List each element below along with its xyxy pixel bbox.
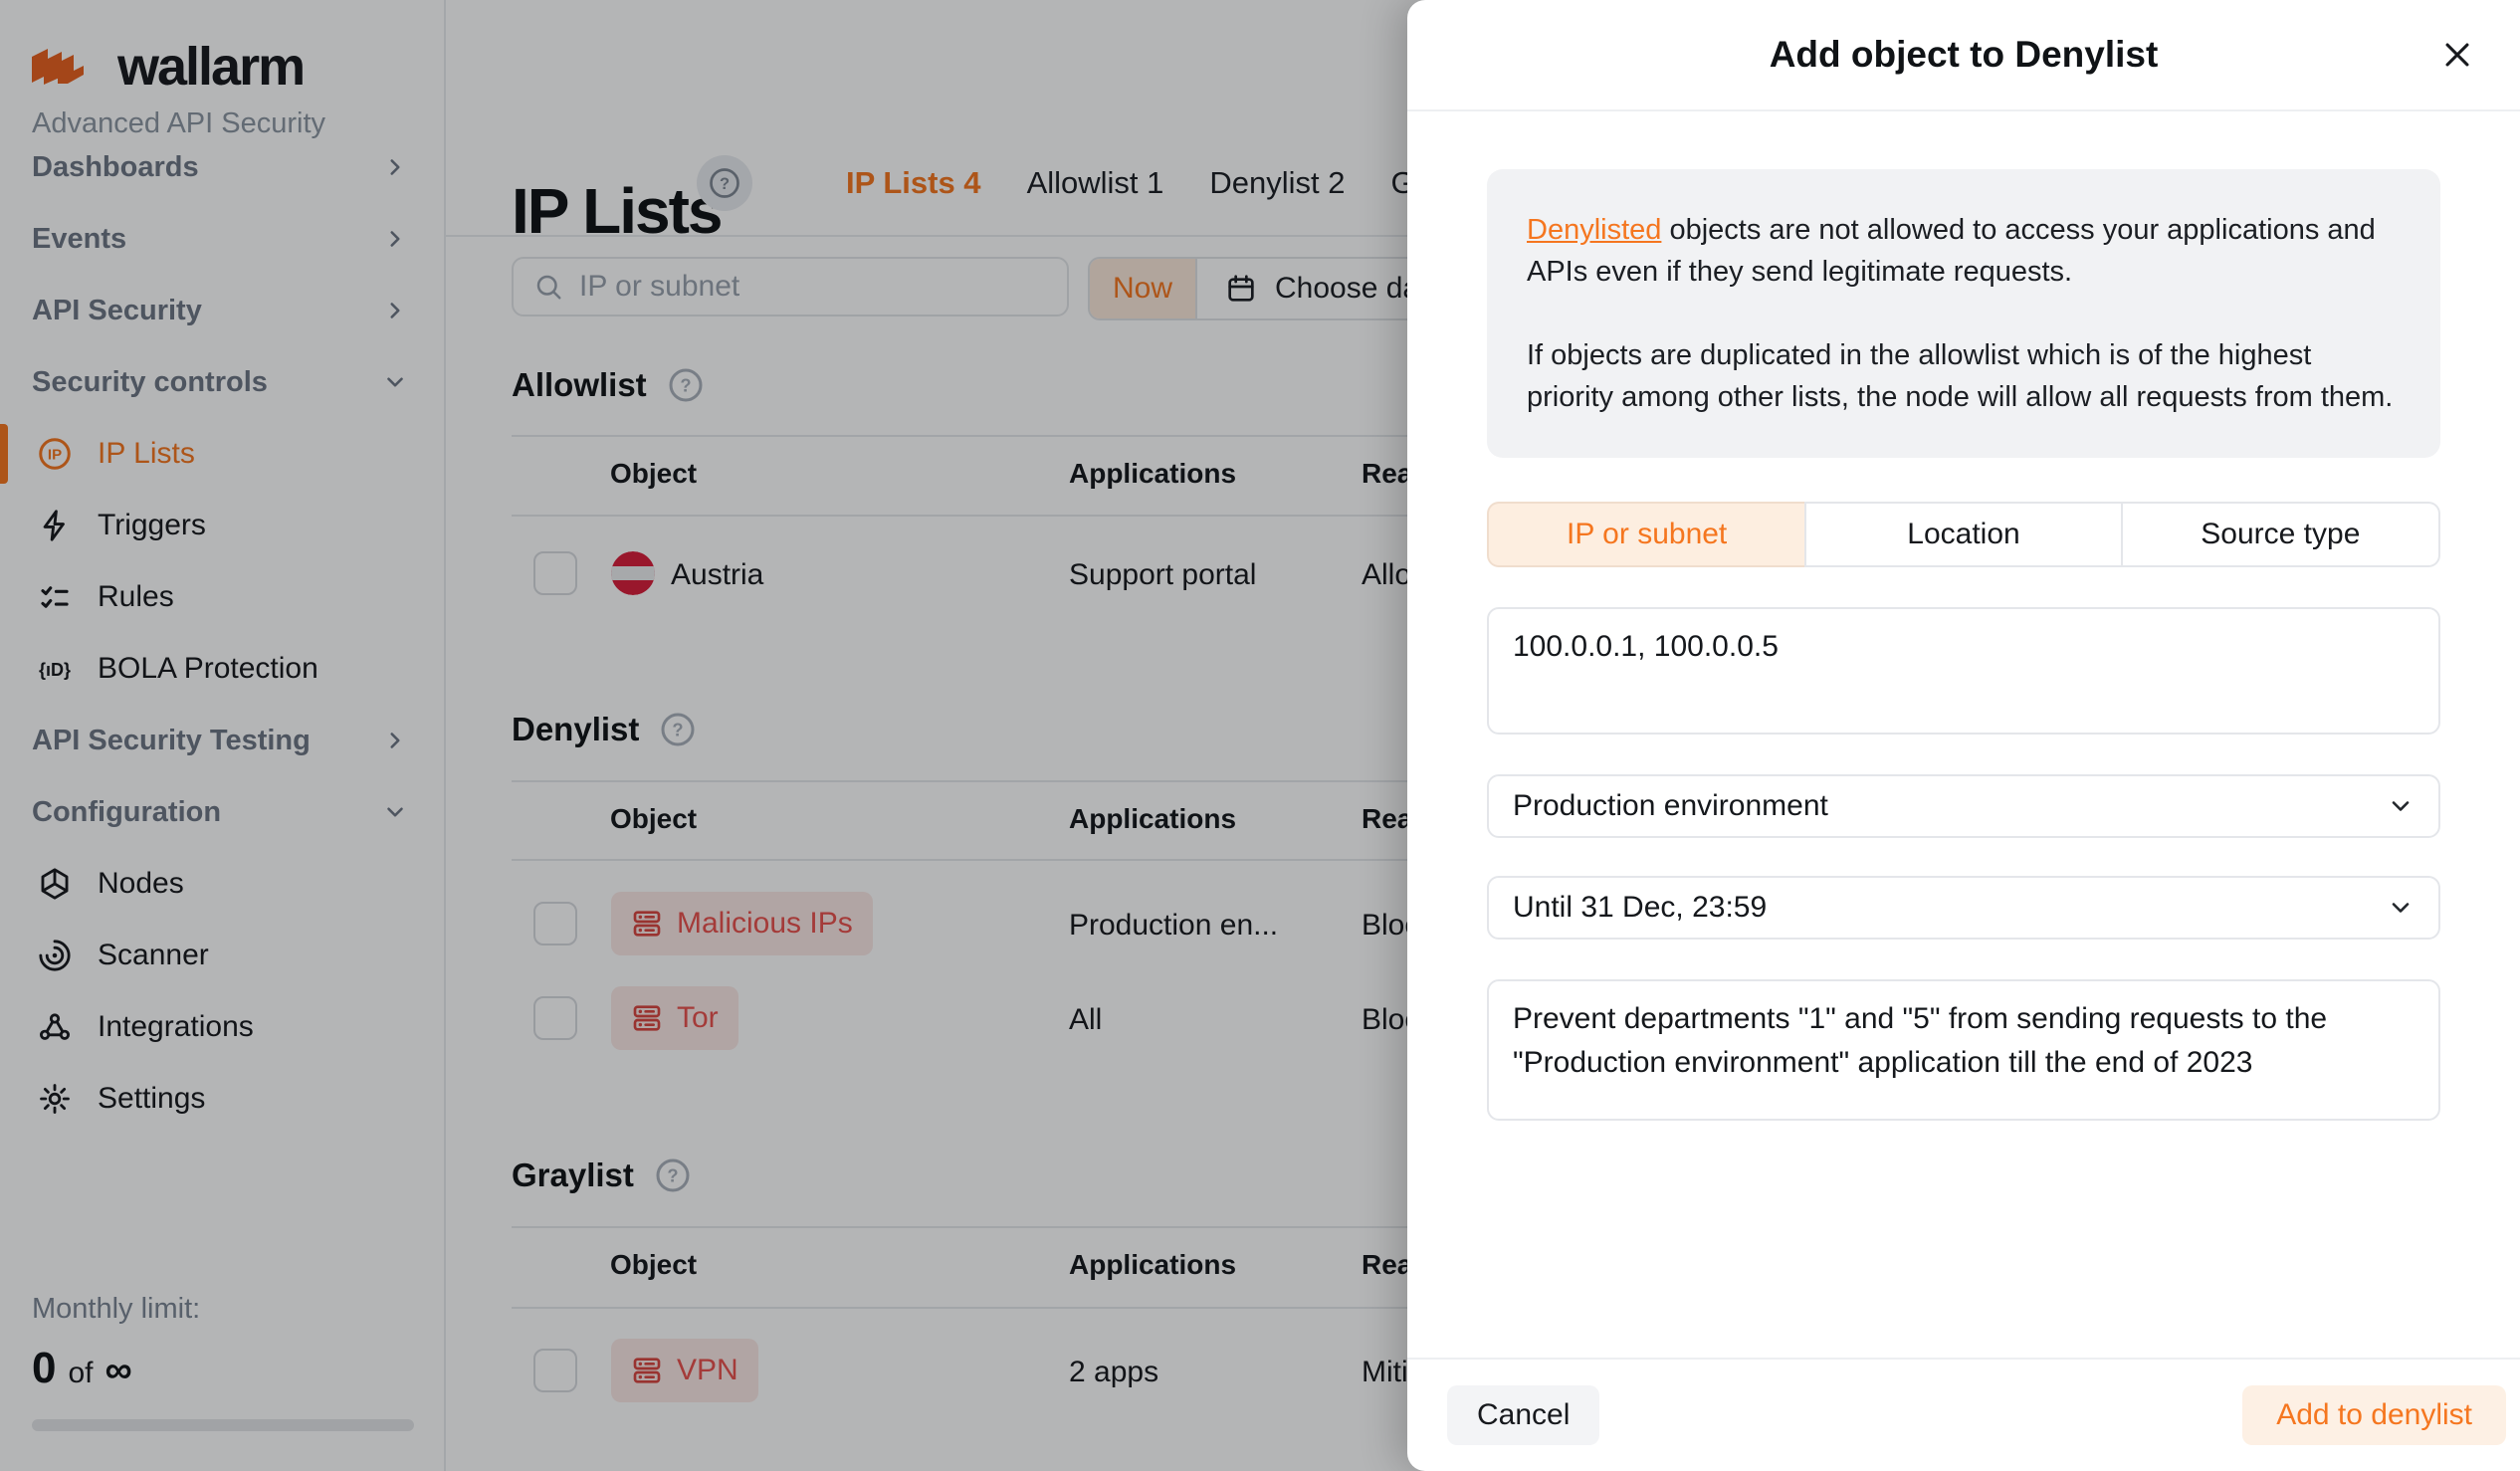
denylisted-link[interactable]: Denylisted [1527,214,1661,246]
add-to-denylist-button[interactable]: Add to denylist [2242,1385,2506,1445]
info-paragraph-1: Denylisted objects are not allowed to ac… [1527,209,2401,293]
reason-input[interactable]: Prevent departments "1" and "5" from sen… [1487,979,2440,1121]
cancel-button[interactable]: Cancel [1447,1385,1599,1445]
time-period-select[interactable]: Until 31 Dec, 23:59 [1487,876,2440,940]
app-root: wallarm Advanced API Security Dashboards… [0,0,2520,1471]
modal-footer: Cancel Add to denylist [1407,1358,2520,1471]
ip-or-subnet-input[interactable]: 100.0.0.1, 100.0.0.5 [1487,607,2440,735]
modal-header: Add object to Denylist [1407,0,2520,111]
chevron-down-icon [2387,894,2415,922]
tab-source-type[interactable]: Source type [2123,502,2440,567]
chevron-down-icon [2387,792,2415,820]
tab-location[interactable]: Location [1804,502,2122,567]
info-paragraph-2: If objects are duplicated in the allowli… [1527,334,2401,418]
modal-title: Add object to Denylist [1770,34,2159,76]
modal-body: Denylisted objects are not allowed to ac… [1407,169,2520,1121]
application-select-value: Production environment [1513,789,1828,823]
time-period-select-value: Until 31 Dec, 23:59 [1513,891,1767,925]
add-to-denylist-modal: Add object to Denylist Denylisted object… [1407,0,2520,1471]
tab-ip-or-subnet[interactable]: IP or subnet [1487,502,1804,567]
application-select[interactable]: Production environment [1487,774,2440,838]
close-icon[interactable] [2430,28,2484,82]
denylist-info-box: Denylisted objects are not allowed to ac… [1487,169,2440,458]
object-type-tabs: IP or subnet Location Source type [1487,502,2440,567]
